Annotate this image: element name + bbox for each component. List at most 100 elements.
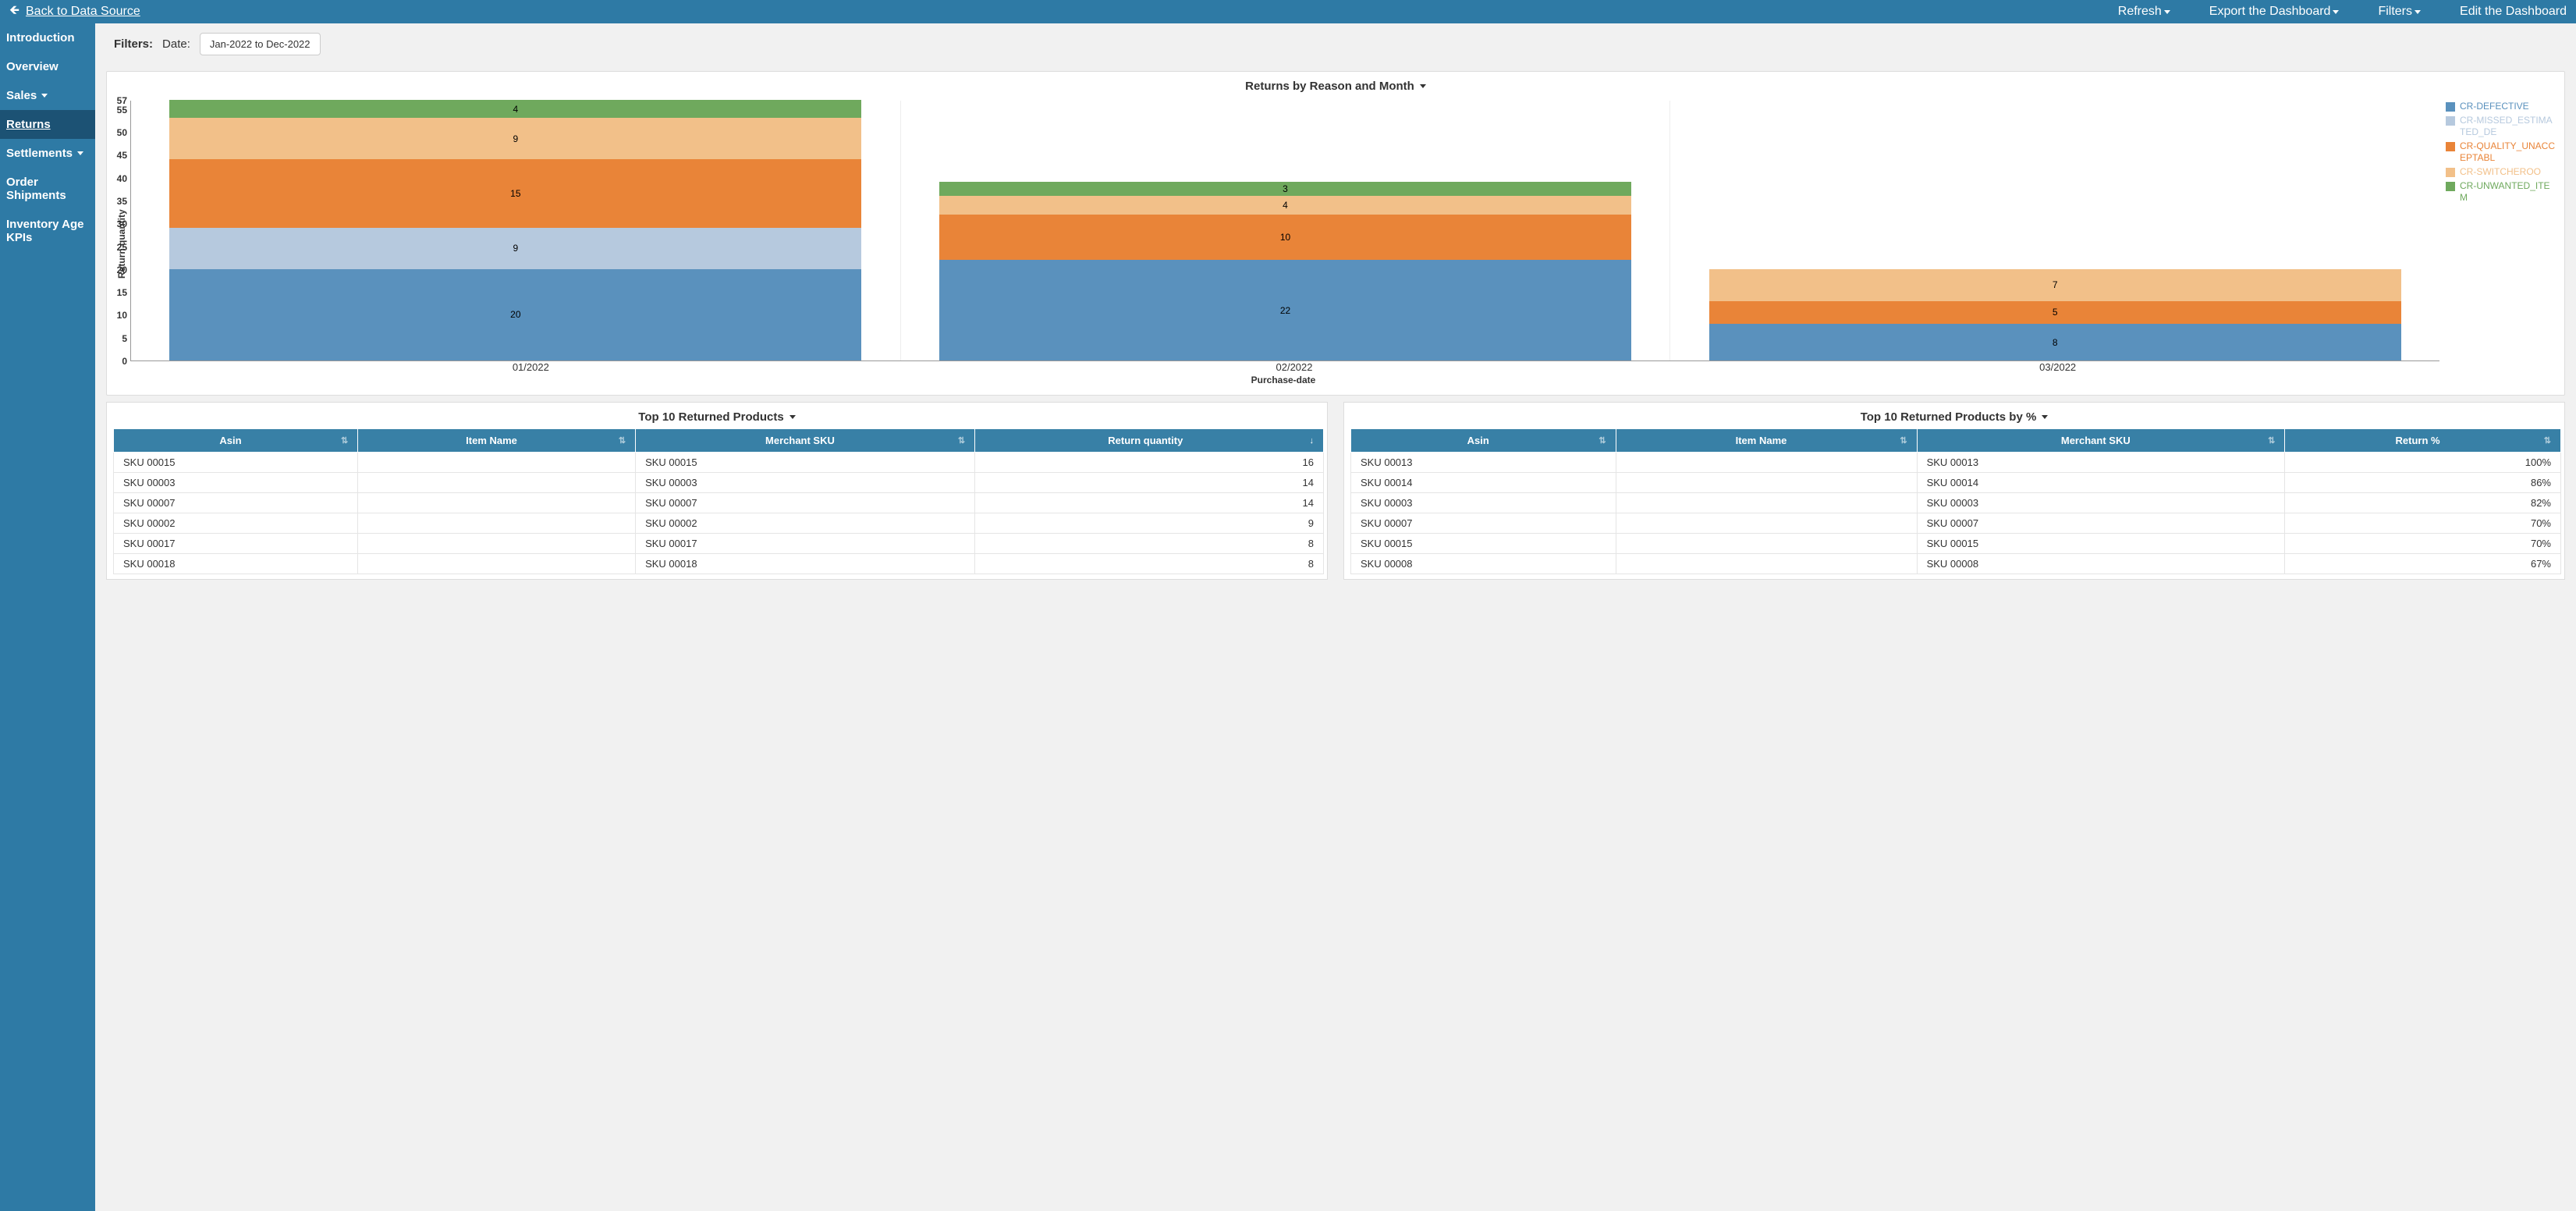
nav-item-overview[interactable]: Overview [0, 52, 95, 81]
filters-menu[interactable]: Filters [2378, 5, 2421, 19]
topbar: 🡸 Back to Data Source Refresh Export the… [0, 0, 2576, 23]
bar-segment[interactable]: 10 [939, 215, 1631, 261]
sort-desc-icon: ↓ [1307, 436, 1315, 446]
column-header[interactable]: Asin⇅ [114, 429, 358, 453]
bar-slot: 2091594 [131, 101, 900, 360]
topbar-actions: Refresh Export the Dashboard Filters Edi… [2118, 5, 2567, 19]
caret-down-icon [77, 151, 83, 155]
export-menu[interactable]: Export the Dashboard [2209, 5, 2340, 19]
legend-item[interactable]: CR-MISSED_ESTIMATED_DE [2446, 115, 2556, 137]
bar-segment[interactable]: 20 [169, 269, 861, 360]
bar-stack[interactable]: 221043 [939, 182, 1631, 360]
cell [358, 513, 636, 534]
cell: SKU 00002 [636, 513, 975, 534]
legend-item[interactable]: CR-QUALITY_UNACCEPTABL [2446, 140, 2556, 163]
legend-item[interactable]: CR-DEFECTIVE [2446, 101, 2556, 112]
bar-segment[interactable]: 9 [169, 118, 861, 159]
cell: SKU 00017 [114, 534, 358, 554]
table-row[interactable]: SKU 00013SKU 00013100% [1351, 453, 2561, 473]
table-row[interactable]: SKU 00008SKU 0000867% [1351, 554, 2561, 574]
y-tick: 55 [117, 105, 127, 115]
cell [1616, 493, 1917, 513]
table-row[interactable]: SKU 00015SKU 0001570% [1351, 534, 2561, 554]
legend-swatch [2446, 142, 2455, 151]
bar-segment[interactable]: 3 [939, 182, 1631, 196]
cell: SKU 00008 [1351, 554, 1616, 574]
table-title-left[interactable]: Top 10 Returned Products [107, 403, 1327, 428]
legend-swatch [2446, 168, 2455, 177]
back-link[interactable]: 🡸 Back to Data Source [9, 2, 140, 23]
cell [358, 554, 636, 574]
bar-segment[interactable]: 4 [169, 100, 861, 118]
table-top-returned-pct: Top 10 Returned Products by % Asin⇅Item … [1343, 402, 2565, 580]
column-header[interactable]: Asin⇅ [1351, 429, 1616, 453]
table-row[interactable]: SKU 00003SKU 0000314 [114, 473, 1324, 493]
x-labels: 01/202202/202203/2022 [149, 361, 2439, 373]
chart-bars: 2091594221043857 [130, 101, 2439, 361]
refresh-menu[interactable]: Refresh [2118, 5, 2170, 19]
nav-item-settlements[interactable]: Settlements [0, 139, 95, 168]
bar-stack[interactable]: 2091594 [169, 100, 861, 360]
table-row[interactable]: SKU 00002SKU 000029 [114, 513, 1324, 534]
legend-item[interactable]: CR-UNWANTED_ITEM [2446, 180, 2556, 203]
nav-item-returns[interactable]: Returns [0, 110, 95, 139]
cell: 16 [975, 453, 1324, 473]
cell: 100% [2285, 453, 2561, 473]
bar-segment[interactable]: 9 [169, 228, 861, 269]
back-label[interactable]: Back to Data Source [26, 5, 140, 19]
cell [358, 493, 636, 513]
caret-down-icon [41, 94, 48, 98]
bar-segment[interactable]: 7 [1709, 269, 2401, 301]
table-row[interactable]: SKU 00007SKU 0000714 [114, 493, 1324, 513]
bar-stack[interactable]: 857 [1709, 269, 2401, 360]
cell: 70% [2285, 534, 2561, 554]
table-row[interactable]: SKU 00003SKU 0000382% [1351, 493, 2561, 513]
y-tick: 10 [117, 311, 127, 320]
cell: 9 [975, 513, 1324, 534]
column-header[interactable]: Return quantity↓ [975, 429, 1324, 453]
x-axis-title: Purchase-date [127, 373, 2439, 387]
legend-label: CR-DEFECTIVE [2460, 101, 2529, 112]
caret-down-icon [2042, 415, 2048, 419]
legend-item[interactable]: CR-SWITCHEROO [2446, 166, 2556, 177]
arrow-left-icon: 🡸 [9, 2, 20, 23]
cell: SKU 00007 [1351, 513, 1616, 534]
chart-title[interactable]: Returns by Reason and Month [107, 72, 2564, 98]
column-header[interactable]: Merchant SKU⇅ [636, 429, 975, 453]
bar-segment[interactable]: 5 [1709, 301, 2401, 324]
table-row[interactable]: SKU 00018SKU 000188 [114, 554, 1324, 574]
x-tick: 02/2022 [913, 361, 1677, 373]
cell [358, 453, 636, 473]
caret-down-icon [2415, 10, 2421, 14]
nav-item-sales[interactable]: Sales [0, 81, 95, 110]
table-row[interactable]: SKU 00015SKU 0001516 [114, 453, 1324, 473]
cell [1616, 473, 1917, 493]
edit-dashboard[interactable]: Edit the Dashboard [2460, 5, 2567, 19]
table-row[interactable]: SKU 00014SKU 0001486% [1351, 473, 2561, 493]
nav-item-introduction[interactable]: Introduction [0, 23, 95, 52]
x-tick: 01/2022 [149, 361, 913, 373]
cell [1616, 554, 1917, 574]
y-tick: 20 [117, 265, 127, 275]
sidebar: IntroductionOverviewSalesReturnsSettleme… [0, 23, 95, 1211]
nav-item-order-shipments[interactable]: Order Shipments [0, 168, 95, 210]
column-header[interactable]: Item Name⇅ [358, 429, 636, 453]
table-row[interactable]: SKU 00017SKU 000178 [114, 534, 1324, 554]
bar-segment[interactable]: 8 [1709, 324, 2401, 360]
bar-segment[interactable]: 22 [939, 260, 1631, 360]
nav-item-inventory-age-kpis[interactable]: Inventory Age KPIs [0, 210, 95, 252]
table-top-returned: Top 10 Returned Products Asin⇅Item Name⇅… [106, 402, 1328, 580]
cell: 8 [975, 554, 1324, 574]
date-range-picker[interactable]: Jan-2022 to Dec-2022 [200, 33, 321, 55]
column-header[interactable]: Return %⇅ [2285, 429, 2561, 453]
bar-segment[interactable]: 4 [939, 196, 1631, 214]
bar-segment[interactable]: 15 [169, 159, 861, 228]
y-tick: 50 [117, 128, 127, 137]
cell: SKU 00008 [1917, 554, 2285, 574]
cell: 67% [2285, 554, 2561, 574]
table-title-right[interactable]: Top 10 Returned Products by % [1344, 403, 2564, 428]
legend-label: CR-UNWANTED_ITEM [2460, 180, 2556, 203]
column-header[interactable]: Item Name⇅ [1616, 429, 1917, 453]
table-row[interactable]: SKU 00007SKU 0000770% [1351, 513, 2561, 534]
column-header[interactable]: Merchant SKU⇅ [1917, 429, 2285, 453]
